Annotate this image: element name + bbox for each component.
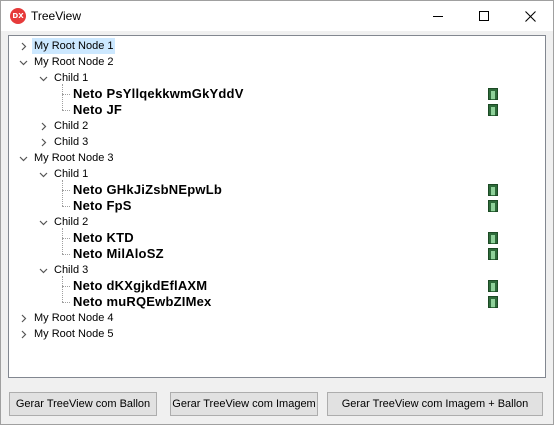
tree-node-label: Neto GHkJiZsbNEpwLb bbox=[73, 182, 222, 197]
tree-root-node[interactable]: My Root Node 2 bbox=[9, 54, 539, 70]
tree-child-node[interactable]: Child 2 bbox=[9, 118, 539, 134]
tree-guide-line bbox=[62, 276, 63, 302]
tree-node-label: Neto muRQEwbZIMex bbox=[73, 294, 212, 309]
tree-node-label: My Root Node 3 bbox=[34, 152, 114, 164]
minimize-icon bbox=[433, 16, 443, 17]
film-icon bbox=[488, 104, 498, 116]
app-icon: DX bbox=[10, 8, 26, 24]
chevron-down-icon bbox=[19, 156, 27, 161]
tree-node-label: Neto MilAloSZ bbox=[73, 246, 164, 261]
chevron-down-icon bbox=[39, 76, 47, 81]
film-icon bbox=[488, 232, 498, 244]
chevron-right-icon bbox=[21, 42, 26, 50]
tree-node-label: Neto KTD bbox=[73, 230, 134, 245]
maximize-button[interactable] bbox=[461, 1, 507, 31]
tree-guide-line bbox=[62, 84, 63, 110]
title-bar: DX TreeView bbox=[1, 1, 553, 31]
tree-root-node[interactable]: My Root Node 4 bbox=[9, 310, 539, 326]
film-icon bbox=[488, 280, 498, 292]
tree-root-node[interactable]: My Root Node 3 bbox=[9, 150, 539, 166]
tree-guide-line bbox=[62, 302, 70, 303]
tree-grandchild-node[interactable]: Neto KTD bbox=[9, 230, 539, 246]
tree-node-label: My Root Node 4 bbox=[34, 312, 114, 324]
tree-guide-line bbox=[62, 286, 70, 287]
tree-root-node[interactable]: My Root Node 1 bbox=[9, 38, 539, 54]
tree-guide-line bbox=[62, 206, 70, 207]
tree-expander[interactable] bbox=[37, 120, 49, 132]
tree-grandchild-node[interactable]: Neto MilAloSZ bbox=[9, 246, 539, 262]
tree-expander[interactable] bbox=[37, 72, 49, 84]
window-title: TreeView bbox=[31, 9, 82, 23]
tree-guide-line bbox=[62, 228, 63, 254]
chevron-right-icon bbox=[21, 314, 26, 322]
tree-node-label: Child 1 bbox=[54, 168, 89, 180]
tree-node-label: Child 1 bbox=[54, 72, 89, 84]
treeview-window: DX TreeView My Root Node 1 My Root Node 2… bbox=[0, 0, 554, 425]
tree-expander[interactable] bbox=[37, 264, 49, 276]
tree-expander[interactable] bbox=[17, 40, 29, 52]
tree-grandchild-node[interactable]: Neto GHkJiZsbNEpwLb bbox=[9, 182, 539, 198]
chevron-down-icon bbox=[39, 220, 47, 225]
tree-grandchild-node[interactable]: Neto muRQEwbZIMex bbox=[9, 294, 539, 310]
chevron-down-icon bbox=[39, 172, 47, 177]
tree-expander[interactable] bbox=[37, 136, 49, 148]
tree-grandchild-node[interactable]: Neto PsYllqekkwmGkYddV bbox=[9, 86, 539, 102]
tree-expander[interactable] bbox=[17, 328, 29, 340]
tree-node-label: Neto FpS bbox=[73, 198, 132, 213]
generate-treeview-balloon-button[interactable]: Gerar TreeView com Ballon bbox=[9, 392, 157, 416]
tree-node-label: Child 2 bbox=[54, 216, 89, 228]
tree-root-node[interactable]: My Root Node 5 bbox=[9, 326, 539, 342]
tree-node-label: Neto JF bbox=[73, 102, 123, 117]
close-icon bbox=[524, 10, 536, 22]
tree-node-label: Neto dKXgjkdEflAXM bbox=[73, 278, 208, 293]
tree-view[interactable]: My Root Node 1 My Root Node 2 Child 1 Neto … bbox=[8, 35, 546, 378]
maximize-icon bbox=[479, 11, 489, 21]
tree-guide-line bbox=[62, 110, 70, 111]
generate-treeview-image-button[interactable]: Gerar TreeView com Imagem bbox=[170, 392, 318, 416]
chevron-right-icon bbox=[41, 122, 46, 130]
close-button[interactable] bbox=[507, 1, 553, 31]
chevron-down-icon bbox=[39, 268, 47, 273]
tree-expander[interactable] bbox=[17, 152, 29, 164]
tree-node-label: Neto PsYllqekkwmGkYddV bbox=[73, 86, 244, 101]
generate-treeview-image-balloon-button[interactable]: Gerar TreeView com Imagem + Ballon bbox=[327, 392, 543, 416]
tree-guide-line bbox=[62, 180, 63, 206]
tree-node-label: Child 3 bbox=[54, 136, 89, 148]
tree-grandchild-node[interactable]: Neto JF bbox=[9, 102, 539, 118]
tree-expander[interactable] bbox=[17, 312, 29, 324]
film-icon bbox=[488, 88, 498, 100]
tree-node-label: My Root Node 5 bbox=[34, 328, 114, 340]
tree-child-node[interactable]: Child 1 bbox=[9, 70, 539, 86]
tree-expander[interactable] bbox=[37, 168, 49, 180]
film-icon bbox=[488, 248, 498, 260]
tree-node-label: My Root Node 2 bbox=[34, 56, 114, 68]
tree-child-node[interactable]: Child 3 bbox=[9, 262, 539, 278]
tree-guide-line bbox=[62, 94, 70, 95]
tree-child-node[interactable]: Child 1 bbox=[9, 166, 539, 182]
chevron-down-icon bbox=[19, 60, 27, 65]
chevron-right-icon bbox=[41, 138, 46, 146]
tree-grandchild-node[interactable]: Neto FpS bbox=[9, 198, 539, 214]
tree-guide-line bbox=[62, 190, 70, 191]
film-icon bbox=[488, 184, 498, 196]
film-icon bbox=[488, 200, 498, 212]
minimize-button[interactable] bbox=[415, 1, 461, 31]
tree-child-node[interactable]: Child 2 bbox=[9, 214, 539, 230]
tree-guide-line bbox=[62, 238, 70, 239]
tree-node-label: My Root Node 1 bbox=[32, 38, 116, 54]
tree-expander[interactable] bbox=[17, 56, 29, 68]
tree-child-node[interactable]: Child 3 bbox=[9, 134, 539, 150]
tree-expander[interactable] bbox=[37, 216, 49, 228]
tree-guide-line bbox=[62, 254, 70, 255]
tree-grandchild-node[interactable]: Neto dKXgjkdEflAXM bbox=[9, 278, 539, 294]
tree-node-label: Child 2 bbox=[54, 120, 89, 132]
film-icon bbox=[488, 296, 498, 308]
tree-node-label: Child 3 bbox=[54, 264, 89, 276]
chevron-right-icon bbox=[21, 330, 26, 338]
